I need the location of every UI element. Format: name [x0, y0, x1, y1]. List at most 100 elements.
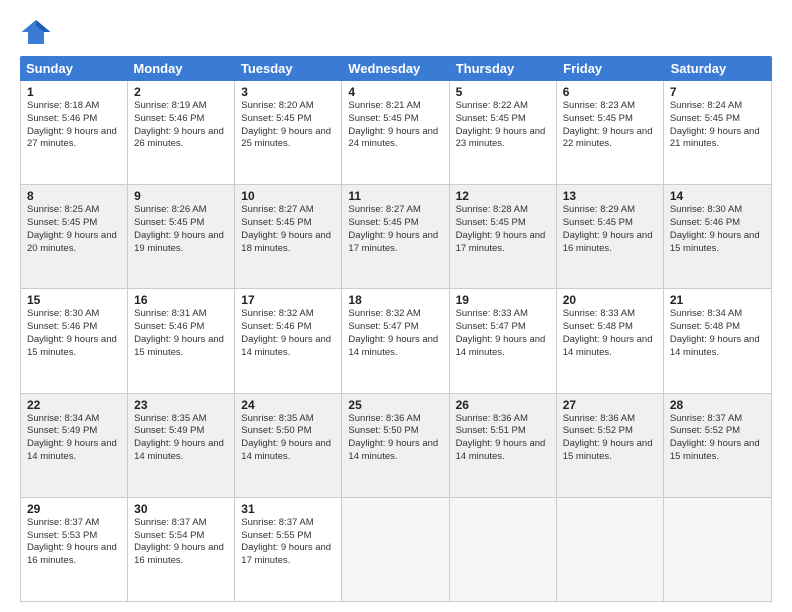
calendar-cell-20: 20Sunrise: 8:33 AM Sunset: 5:48 PM Dayli…	[557, 289, 664, 392]
calendar-row-2: 8Sunrise: 8:25 AM Sunset: 5:45 PM Daylig…	[21, 185, 771, 289]
calendar-cell-empty-4-4	[450, 498, 557, 601]
calendar-cell-8: 8Sunrise: 8:25 AM Sunset: 5:45 PM Daylig…	[21, 185, 128, 288]
cell-info: Sunrise: 8:34 AM Sunset: 5:48 PM Dayligh…	[670, 308, 760, 357]
cell-info: Sunrise: 8:36 AM Sunset: 5:51 PM Dayligh…	[456, 413, 546, 462]
cell-info: Sunrise: 8:29 AM Sunset: 5:45 PM Dayligh…	[563, 204, 653, 253]
calendar-cell-24: 24Sunrise: 8:35 AM Sunset: 5:50 PM Dayli…	[235, 394, 342, 497]
day-number: 21	[670, 293, 765, 307]
calendar-cell-27: 27Sunrise: 8:36 AM Sunset: 5:52 PM Dayli…	[557, 394, 664, 497]
cell-info: Sunrise: 8:37 AM Sunset: 5:55 PM Dayligh…	[241, 517, 331, 566]
calendar-cell-15: 15Sunrise: 8:30 AM Sunset: 5:46 PM Dayli…	[21, 289, 128, 392]
day-number: 18	[348, 293, 442, 307]
cell-info: Sunrise: 8:27 AM Sunset: 5:45 PM Dayligh…	[241, 204, 331, 253]
day-number: 13	[563, 189, 657, 203]
cell-info: Sunrise: 8:21 AM Sunset: 5:45 PM Dayligh…	[348, 100, 438, 149]
header-day-tuesday: Tuesday	[235, 56, 342, 81]
cell-info: Sunrise: 8:34 AM Sunset: 5:49 PM Dayligh…	[27, 413, 117, 462]
cell-info: Sunrise: 8:23 AM Sunset: 5:45 PM Dayligh…	[563, 100, 653, 149]
calendar-cell-6: 6Sunrise: 8:23 AM Sunset: 5:45 PM Daylig…	[557, 81, 664, 184]
calendar-row-4: 22Sunrise: 8:34 AM Sunset: 5:49 PM Dayli…	[21, 394, 771, 498]
day-number: 19	[456, 293, 550, 307]
calendar-cell-10: 10Sunrise: 8:27 AM Sunset: 5:45 PM Dayli…	[235, 185, 342, 288]
cell-info: Sunrise: 8:36 AM Sunset: 5:52 PM Dayligh…	[563, 413, 653, 462]
calendar-cell-7: 7Sunrise: 8:24 AM Sunset: 5:45 PM Daylig…	[664, 81, 771, 184]
day-number: 3	[241, 85, 335, 99]
calendar-cell-1: 1Sunrise: 8:18 AM Sunset: 5:46 PM Daylig…	[21, 81, 128, 184]
calendar-cell-14: 14Sunrise: 8:30 AM Sunset: 5:46 PM Dayli…	[664, 185, 771, 288]
cell-info: Sunrise: 8:32 AM Sunset: 5:47 PM Dayligh…	[348, 308, 438, 357]
cell-info: Sunrise: 8:33 AM Sunset: 5:47 PM Dayligh…	[456, 308, 546, 357]
day-number: 15	[27, 293, 121, 307]
calendar-row-1: 1Sunrise: 8:18 AM Sunset: 5:46 PM Daylig…	[21, 81, 771, 185]
calendar-cell-29: 29Sunrise: 8:37 AM Sunset: 5:53 PM Dayli…	[21, 498, 128, 601]
calendar-cell-23: 23Sunrise: 8:35 AM Sunset: 5:49 PM Dayli…	[128, 394, 235, 497]
day-number: 30	[134, 502, 228, 516]
calendar-cell-18: 18Sunrise: 8:32 AM Sunset: 5:47 PM Dayli…	[342, 289, 449, 392]
day-number: 6	[563, 85, 657, 99]
cell-info: Sunrise: 8:36 AM Sunset: 5:50 PM Dayligh…	[348, 413, 438, 462]
calendar-cell-9: 9Sunrise: 8:26 AM Sunset: 5:45 PM Daylig…	[128, 185, 235, 288]
header-day-sunday: Sunday	[20, 56, 127, 81]
day-number: 11	[348, 189, 442, 203]
calendar-cell-28: 28Sunrise: 8:37 AM Sunset: 5:52 PM Dayli…	[664, 394, 771, 497]
day-number: 14	[670, 189, 765, 203]
calendar-body: 1Sunrise: 8:18 AM Sunset: 5:46 PM Daylig…	[20, 81, 772, 602]
calendar-cell-empty-4-5	[557, 498, 664, 601]
day-number: 20	[563, 293, 657, 307]
cell-info: Sunrise: 8:35 AM Sunset: 5:49 PM Dayligh…	[134, 413, 224, 462]
cell-info: Sunrise: 8:18 AM Sunset: 5:46 PM Dayligh…	[27, 100, 117, 149]
calendar-cell-31: 31Sunrise: 8:37 AM Sunset: 5:55 PM Dayli…	[235, 498, 342, 601]
cell-info: Sunrise: 8:37 AM Sunset: 5:52 PM Dayligh…	[670, 413, 760, 462]
day-number: 8	[27, 189, 121, 203]
day-number: 25	[348, 398, 442, 412]
calendar-cell-12: 12Sunrise: 8:28 AM Sunset: 5:45 PM Dayli…	[450, 185, 557, 288]
calendar-cell-empty-4-6	[664, 498, 771, 601]
cell-info: Sunrise: 8:30 AM Sunset: 5:46 PM Dayligh…	[27, 308, 117, 357]
day-number: 17	[241, 293, 335, 307]
calendar-cell-13: 13Sunrise: 8:29 AM Sunset: 5:45 PM Dayli…	[557, 185, 664, 288]
cell-info: Sunrise: 8:27 AM Sunset: 5:45 PM Dayligh…	[348, 204, 438, 253]
page: SundayMondayTuesdayWednesdayThursdayFrid…	[0, 0, 792, 612]
day-number: 2	[134, 85, 228, 99]
cell-info: Sunrise: 8:22 AM Sunset: 5:45 PM Dayligh…	[456, 100, 546, 149]
day-number: 29	[27, 502, 121, 516]
calendar-cell-21: 21Sunrise: 8:34 AM Sunset: 5:48 PM Dayli…	[664, 289, 771, 392]
day-number: 12	[456, 189, 550, 203]
calendar-cell-11: 11Sunrise: 8:27 AM Sunset: 5:45 PM Dayli…	[342, 185, 449, 288]
calendar-cell-2: 2Sunrise: 8:19 AM Sunset: 5:46 PM Daylig…	[128, 81, 235, 184]
cell-info: Sunrise: 8:28 AM Sunset: 5:45 PM Dayligh…	[456, 204, 546, 253]
header-day-monday: Monday	[127, 56, 234, 81]
cell-info: Sunrise: 8:37 AM Sunset: 5:53 PM Dayligh…	[27, 517, 117, 566]
cell-info: Sunrise: 8:32 AM Sunset: 5:46 PM Dayligh…	[241, 308, 331, 357]
header-day-wednesday: Wednesday	[342, 56, 449, 81]
calendar-cell-26: 26Sunrise: 8:36 AM Sunset: 5:51 PM Dayli…	[450, 394, 557, 497]
calendar-cell-30: 30Sunrise: 8:37 AM Sunset: 5:54 PM Dayli…	[128, 498, 235, 601]
day-number: 31	[241, 502, 335, 516]
cell-info: Sunrise: 8:24 AM Sunset: 5:45 PM Dayligh…	[670, 100, 760, 149]
cell-info: Sunrise: 8:30 AM Sunset: 5:46 PM Dayligh…	[670, 204, 760, 253]
calendar-header: SundayMondayTuesdayWednesdayThursdayFrid…	[20, 56, 772, 81]
day-number: 4	[348, 85, 442, 99]
calendar: SundayMondayTuesdayWednesdayThursdayFrid…	[20, 56, 772, 602]
calendar-cell-16: 16Sunrise: 8:31 AM Sunset: 5:46 PM Dayli…	[128, 289, 235, 392]
day-number: 1	[27, 85, 121, 99]
day-number: 24	[241, 398, 335, 412]
calendar-cell-empty-4-3	[342, 498, 449, 601]
cell-info: Sunrise: 8:31 AM Sunset: 5:46 PM Dayligh…	[134, 308, 224, 357]
cell-info: Sunrise: 8:20 AM Sunset: 5:45 PM Dayligh…	[241, 100, 331, 149]
day-number: 10	[241, 189, 335, 203]
header	[20, 16, 772, 48]
cell-info: Sunrise: 8:26 AM Sunset: 5:45 PM Dayligh…	[134, 204, 224, 253]
cell-info: Sunrise: 8:25 AM Sunset: 5:45 PM Dayligh…	[27, 204, 117, 253]
day-number: 9	[134, 189, 228, 203]
calendar-cell-5: 5Sunrise: 8:22 AM Sunset: 5:45 PM Daylig…	[450, 81, 557, 184]
day-number: 27	[563, 398, 657, 412]
calendar-cell-25: 25Sunrise: 8:36 AM Sunset: 5:50 PM Dayli…	[342, 394, 449, 497]
day-number: 26	[456, 398, 550, 412]
cell-info: Sunrise: 8:37 AM Sunset: 5:54 PM Dayligh…	[134, 517, 224, 566]
header-day-thursday: Thursday	[450, 56, 557, 81]
calendar-cell-22: 22Sunrise: 8:34 AM Sunset: 5:49 PM Dayli…	[21, 394, 128, 497]
day-number: 22	[27, 398, 121, 412]
day-number: 28	[670, 398, 765, 412]
header-day-friday: Friday	[557, 56, 664, 81]
